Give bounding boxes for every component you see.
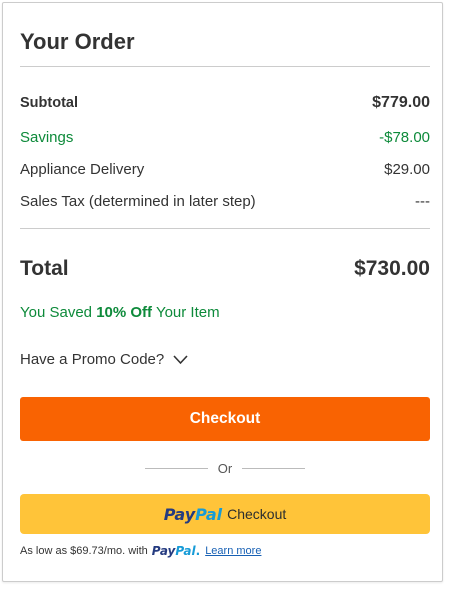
delivery-value: $29.00 xyxy=(384,161,430,178)
sales-tax-label: Sales Tax (determined in later step) xyxy=(20,193,256,210)
paypal-checkout-button[interactable]: PayPal Checkout xyxy=(20,494,430,534)
savings-message-suffix: Your Item xyxy=(152,304,220,321)
or-line-left xyxy=(145,468,208,469)
savings-message-percent: 10% Off xyxy=(96,304,153,321)
order-title: Your Order xyxy=(20,29,135,54)
or-line-right xyxy=(242,468,305,469)
checkout-button[interactable]: Checkout xyxy=(20,397,430,441)
promo-code-toggle[interactable]: Have a Promo Code? xyxy=(20,351,188,368)
financing-paypal-dot: . xyxy=(195,544,201,558)
chevron-down-icon xyxy=(173,354,188,364)
paypal-checkout-label: Checkout xyxy=(227,506,287,522)
promo-code-label: Have a Promo Code? xyxy=(20,351,165,368)
totals-divider xyxy=(20,228,430,229)
financing-paypal-pal: Pal xyxy=(175,544,196,558)
total-value: $730.00 xyxy=(354,257,430,280)
learn-more-link[interactable]: Learn more xyxy=(205,545,261,557)
financing-text: As low as $69.73/mo. with xyxy=(20,545,148,557)
savings-message: You Saved 10% Off Your Item xyxy=(20,304,220,321)
or-label: Or xyxy=(217,461,233,476)
savings-value: -$78.00 xyxy=(379,129,430,146)
financing-info: As low as $69.73/mo. with PayPal. Learn … xyxy=(20,544,261,558)
savings-label: Savings xyxy=(20,129,74,146)
delivery-row: Appliance Delivery $29.00 xyxy=(20,161,430,178)
financing-paypal-logo: PayPal. xyxy=(152,544,200,558)
subtotal-value: $779.00 xyxy=(372,94,430,111)
paypal-logo-pal: Pal xyxy=(195,504,223,524)
total-row: Total $730.00 xyxy=(20,257,430,281)
savings-row: Savings -$78.00 xyxy=(20,129,430,146)
financing-paypal-pay: Pay xyxy=(151,544,176,558)
order-summary-card: Your Order Subtotal $779.00 Savings -$78… xyxy=(2,2,443,582)
or-separator: Or xyxy=(145,461,305,476)
title-divider xyxy=(20,66,430,67)
paypal-logo-pay: Pay xyxy=(163,504,196,524)
subtotal-row: Subtotal $779.00 xyxy=(20,94,430,112)
total-label: Total xyxy=(20,257,69,280)
delivery-label: Appliance Delivery xyxy=(20,161,145,178)
subtotal-label: Subtotal xyxy=(20,95,78,111)
sales-tax-value: --- xyxy=(415,193,430,210)
sales-tax-row: Sales Tax (determined in later step) --- xyxy=(20,193,430,210)
paypal-logo: PayPal xyxy=(164,505,222,524)
savings-message-prefix: You Saved xyxy=(20,304,97,321)
